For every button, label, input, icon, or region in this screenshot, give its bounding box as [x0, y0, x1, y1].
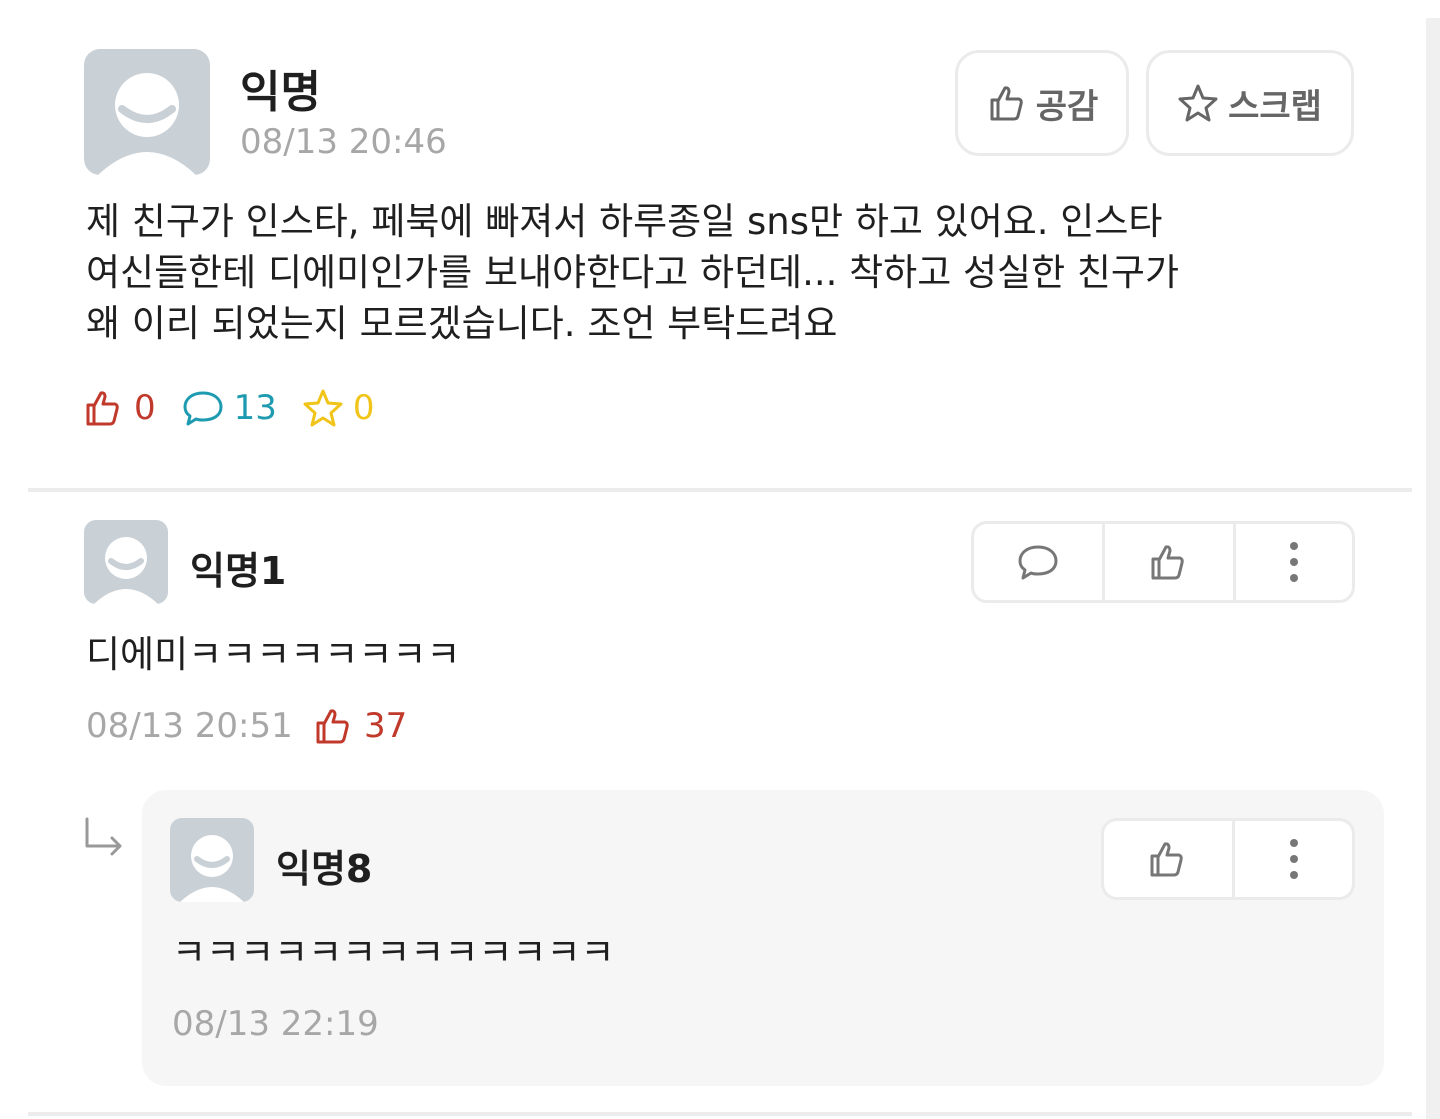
- star-icon: [1178, 83, 1218, 123]
- thumbs-up-icon: [314, 706, 354, 746]
- comment-actions: [971, 521, 1355, 603]
- scrap-count-value: 0: [352, 388, 375, 428]
- comment-count-value: 13: [233, 388, 277, 428]
- more-vertical-icon: [1288, 837, 1300, 881]
- speech-bubble-icon: [182, 388, 224, 428]
- thumbs-up-icon: [1148, 839, 1188, 879]
- post-timestamp: 08/13 20:46: [240, 122, 447, 162]
- post-author-avatar: [84, 49, 210, 175]
- thumbs-up-icon: [1149, 542, 1189, 582]
- like-button-label: 공감: [1035, 86, 1099, 127]
- post-author-name: 익명: [240, 67, 321, 118]
- scrollbar[interactable]: [1426, 18, 1440, 1119]
- star-icon: [303, 388, 343, 428]
- reply-author-name: 익명8: [276, 847, 373, 891]
- comment-like-count: 37: [314, 706, 407, 746]
- more-vertical-icon: [1288, 540, 1300, 584]
- comment-timestamp: 08/13 20:51: [86, 706, 293, 746]
- comment-divider: [28, 1112, 1412, 1116]
- scrap-count: 0: [303, 388, 375, 428]
- comment-count: 13: [182, 388, 277, 428]
- thumbs-up-icon: [84, 388, 124, 428]
- comment-author-avatar: [84, 520, 168, 604]
- post-stats: 0 13 0: [84, 386, 401, 430]
- thumbs-up-icon: [986, 83, 1026, 123]
- comment-more-button[interactable]: [1236, 524, 1352, 600]
- like-button[interactable]: 공감: [955, 50, 1129, 156]
- post-body: 제 친구가 인스타, 페북에 빠져서 하루종일 sns만 하고 있어요. 인스타…: [86, 200, 1180, 345]
- scrap-button-label: 스크랩: [1228, 86, 1322, 127]
- like-count: 0: [84, 388, 156, 428]
- scrap-button[interactable]: 스크랩: [1146, 50, 1354, 156]
- comment-like-count-value: 37: [364, 706, 408, 746]
- reply-more-button[interactable]: [1235, 821, 1352, 897]
- post-divider: [28, 488, 1412, 492]
- comment-body: 디에미ㅋㅋㅋㅋㅋㅋㅋㅋ: [86, 633, 461, 676]
- speech-bubble-icon: [1017, 542, 1059, 582]
- reply-like-button[interactable]: [1104, 821, 1235, 897]
- reply-author-avatar: [170, 818, 254, 902]
- reply-arrow-icon: [82, 816, 126, 860]
- comment-like-button[interactable]: [1105, 524, 1236, 600]
- reply-button[interactable]: [974, 524, 1105, 600]
- reply-body: ㅋㅋㅋㅋㅋㅋㅋㅋㅋㅋㅋㅋㅋ: [172, 931, 615, 974]
- reply-timestamp: 08/13 22:19: [172, 1004, 379, 1044]
- like-count-value: 0: [134, 388, 156, 428]
- comment-author-name: 익명1: [190, 549, 287, 593]
- reply-actions: [1101, 818, 1355, 900]
